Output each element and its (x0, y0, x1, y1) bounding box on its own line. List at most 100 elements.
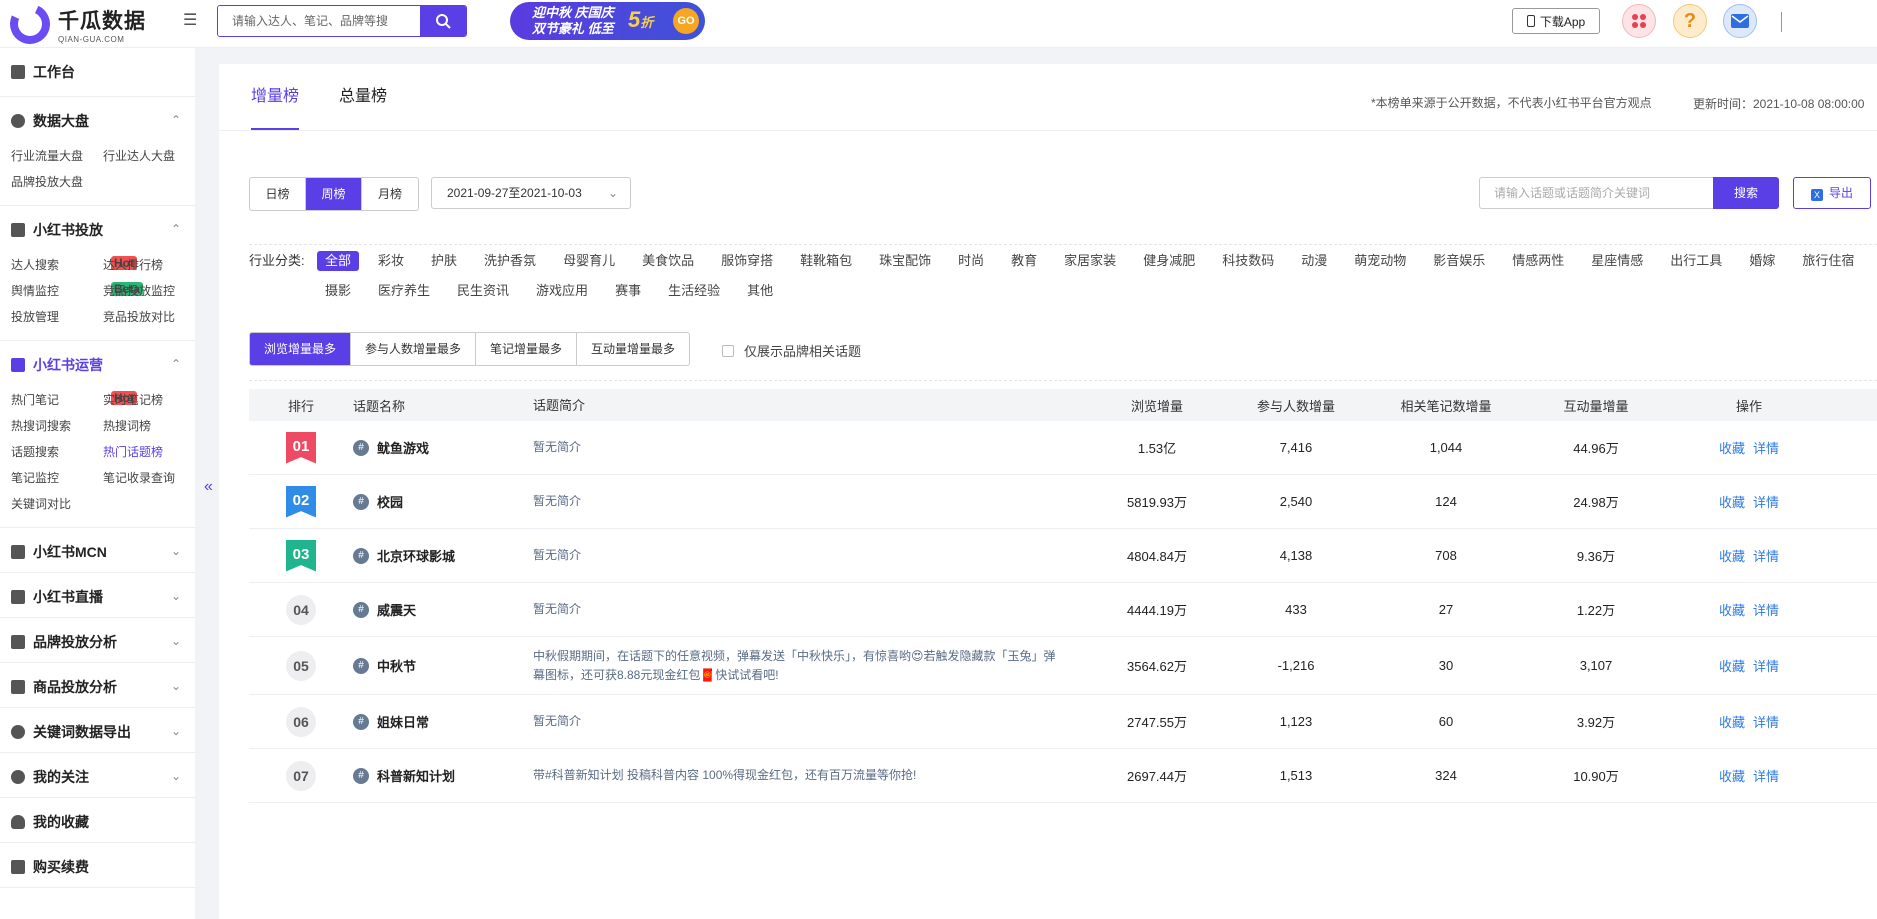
sidebar-item-note-monitor[interactable]: 笔记监控 (11, 465, 103, 491)
industry-chip[interactable]: 健身减肥 (1135, 251, 1203, 271)
export-button[interactable]: X 导出 (1793, 177, 1871, 209)
apps-button[interactable] (1622, 4, 1656, 38)
help-button[interactable]: ? (1673, 4, 1707, 38)
sidebar-section-placement-header[interactable]: 小红书投放 (11, 220, 195, 240)
industry-chip[interactable]: 彩妆 (370, 251, 412, 271)
industry-chip[interactable]: 其他 (739, 281, 781, 301)
col-notes[interactable]: 相关笔记数增量 (1371, 396, 1521, 415)
detail-link[interactable]: 详情 (1753, 659, 1779, 674)
industry-chip[interactable]: 婚嫁 (1741, 251, 1783, 271)
industry-chip[interactable]: 星座情感 (1583, 251, 1651, 271)
topic-name[interactable]: 科普新知计划 (377, 766, 455, 785)
sidebar-item-keyword-compare[interactable]: 关键词对比 (11, 491, 103, 517)
col-people[interactable]: 参与人数增量 (1221, 396, 1371, 415)
period-weekly[interactable]: 周榜 (306, 178, 362, 210)
detail-link[interactable]: 详情 (1753, 495, 1779, 510)
sort-views[interactable]: 浏览增量最多 (250, 333, 352, 365)
sidebar-item-sentiment[interactable]: 舆情监控 Beta (11, 278, 144, 304)
sidebar-section-data-header[interactable]: 数据大盘 (11, 111, 195, 131)
logo[interactable]: 千瓜数据 QIAN-GUA.COM (4, 0, 146, 50)
sidebar-item-hot-search[interactable]: 热搜词搜索 (11, 413, 103, 439)
detail-link[interactable]: 详情 (1753, 769, 1779, 784)
sidebar-item-placement-manage[interactable]: 投放管理 (11, 304, 103, 330)
topic-name[interactable]: 威震天 (377, 600, 416, 619)
sort-interactions[interactable]: 互动量增量最多 (577, 333, 689, 365)
topic-name[interactable]: 校园 (377, 492, 403, 511)
sort-people[interactable]: 参与人数增量最多 (351, 333, 477, 365)
sidebar-item-hot-notes[interactable]: 热门笔记 Hot (11, 387, 138, 413)
industry-chip[interactable]: 洗护香氛 (476, 251, 544, 271)
sidebar-section-purchase[interactable]: 购买续费 (0, 843, 195, 888)
sidebar-collapse-icon[interactable]: « (204, 478, 213, 496)
topic-name[interactable]: 北京环球影城 (377, 546, 455, 565)
industry-chip[interactable]: 民生资讯 (449, 281, 517, 301)
favorite-link[interactable]: 收藏 (1719, 495, 1745, 510)
download-app-button[interactable]: 下载App (1512, 8, 1600, 34)
detail-link[interactable]: 详情 (1753, 715, 1779, 730)
industry-chip[interactable]: 旅行住宿 (1794, 251, 1862, 271)
industry-chip[interactable]: 教育 (1003, 251, 1045, 271)
industry-chip[interactable]: 动漫 (1293, 251, 1335, 271)
industry-chip[interactable]: 生活经验 (660, 281, 728, 301)
col-interactions[interactable]: 互动量增量 (1521, 396, 1671, 415)
sidebar-item-realtime-notes[interactable]: 实时笔记榜 (103, 387, 195, 413)
table-row[interactable]: 07 # 科普新知计划 带#科普新知计划 投稿科普内容 100%得现金红包，还有百万流… (249, 749, 1877, 803)
chevron-up-icon[interactable]: ⌃ (171, 222, 181, 236)
global-search-button[interactable] (420, 6, 466, 36)
sidebar-workbench[interactable]: 工作台 (0, 48, 195, 97)
topic-name[interactable]: 中秋节 (377, 656, 416, 675)
topic-name[interactable]: 鱿鱼游戏 (377, 438, 429, 457)
sidebar-section-operation-header[interactable]: 小红书运营 (11, 355, 195, 375)
sidebar-section-mcn[interactable]: 小红书MCN ⌄ (0, 528, 195, 573)
message-button[interactable] (1723, 4, 1757, 38)
tab-total[interactable]: 总量榜 (339, 64, 387, 130)
chevron-up-icon[interactable]: ⌃ (171, 113, 181, 127)
sidebar-section-keyword-export[interactable]: 关键词数据导出 ⌄ (0, 708, 195, 753)
table-row[interactable]: 01 # 鱿鱼游戏 暂无简介 1.53亿 7,416 1,044 44.96万 收藏 详情 (249, 421, 1877, 475)
topic-keyword-input[interactable]: 请输入话题或话题简介关键词 (1479, 177, 1714, 209)
favorite-link[interactable]: 收藏 (1719, 769, 1745, 784)
favorite-link[interactable]: 收藏 (1719, 603, 1745, 618)
industry-chip[interactable]: 游戏应用 (528, 281, 596, 301)
global-search-input[interactable] (218, 6, 420, 36)
industry-chip[interactable]: 美食饮品 (634, 251, 702, 271)
sidebar-item-competitor-compare[interactable]: 竞品投放对比 (103, 304, 195, 330)
industry-chip[interactable]: 萌宠动物 (1346, 251, 1414, 271)
period-daily[interactable]: 日榜 (250, 178, 306, 210)
industry-chip[interactable]: 母婴育儿 (555, 251, 623, 271)
sidebar-section-brand[interactable]: 品牌投放分析 ⌄ (0, 618, 195, 663)
sidebar-section-follow[interactable]: 我的关注 ⌄ (0, 753, 195, 798)
sidebar-item-brand-placement[interactable]: 品牌投放大盘 (11, 169, 103, 195)
industry-chip[interactable]: 服饰穿搭 (713, 251, 781, 271)
col-views[interactable]: 浏览增量 (1093, 396, 1221, 415)
industry-chip[interactable]: 赛事 (607, 281, 649, 301)
date-range-select[interactable]: 2021-09-27至2021-10-03 ⌄ (431, 177, 631, 209)
detail-link[interactable]: 详情 (1753, 549, 1779, 564)
sidebar-item-topic-search[interactable]: 话题搜索 (11, 439, 103, 465)
promo-banner[interactable]: 迎中秋 庆国庆 双节豪礼 低至 5折 GO (510, 2, 705, 40)
brand-only-checkbox[interactable]: 仅展示品牌相关话题 (722, 341, 861, 360)
favorite-link[interactable]: 收藏 (1719, 549, 1745, 564)
detail-link[interactable]: 详情 (1753, 441, 1779, 456)
industry-chip[interactable]: 出行工具 (1662, 251, 1730, 271)
industry-chip[interactable]: 护肤 (423, 251, 465, 271)
sidebar-item-industry-traffic[interactable]: 行业流量大盘 (11, 143, 103, 169)
industry-chip[interactable]: 鞋靴箱包 (792, 251, 860, 271)
industry-chip[interactable]: 医疗养生 (370, 281, 438, 301)
table-row[interactable]: 06 # 姐妹日常 暂无简介 2747.55万 1,123 60 3.92万 收藏 详情 (249, 695, 1877, 749)
sidebar-section-product[interactable]: 商品投放分析 ⌄ (0, 663, 195, 708)
sidebar-item-note-index[interactable]: 笔记收录查询 (103, 465, 195, 491)
sidebar-item-kol-search[interactable]: 达人搜索 Hot (11, 252, 138, 278)
industry-chip[interactable]: 情感两性 (1504, 251, 1572, 271)
industry-chip[interactable]: 科技数码 (1214, 251, 1282, 271)
topic-search-button[interactable]: 搜索 (1713, 177, 1779, 209)
industry-chip[interactable]: 摄影 (317, 281, 359, 301)
sidebar-item-competitor-monitor[interactable]: 竞品投放监控 (103, 278, 195, 304)
sidebar-item-hot-search-rank[interactable]: 热搜词榜 (103, 413, 195, 439)
sort-notes[interactable]: 笔记增量最多 (476, 333, 578, 365)
industry-chip[interactable]: 全部 (317, 251, 360, 271)
favorite-link[interactable]: 收藏 (1719, 659, 1745, 674)
table-row[interactable]: 05 # 中秋节 中秋假期期间，在话题下的任意视频，弹幕发送「中秋快乐」，有惊喜哟😍若… (249, 637, 1877, 695)
table-row[interactable]: 03 # 北京环球影城 暂无简介 4804.84万 4,138 708 9.36万 收藏 详情 (249, 529, 1877, 583)
sidebar-section-live[interactable]: 小红书直播 ⌄ (0, 573, 195, 618)
